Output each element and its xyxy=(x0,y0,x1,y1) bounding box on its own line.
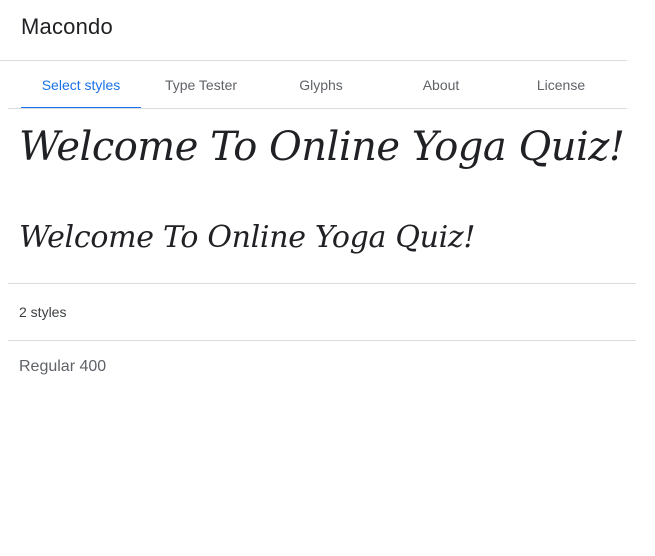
tab-type-tester[interactable]: Type Tester xyxy=(141,61,261,108)
sample-text-medium: Welcome To Online Yoga Quiz! xyxy=(19,220,476,255)
tab-about[interactable]: About xyxy=(381,61,501,108)
tab-glyphs[interactable]: Glyphs xyxy=(261,61,381,108)
style-row-regular-400[interactable]: Regular 400 xyxy=(19,358,106,376)
styles-count-divider xyxy=(8,340,636,341)
tab-bar: Select styles Type Tester Glyphs About L… xyxy=(21,61,621,109)
font-family-title: Macondo xyxy=(21,14,113,39)
tab-select-styles[interactable]: Select styles xyxy=(21,61,141,109)
tab-license[interactable]: License xyxy=(501,61,621,108)
sample-text-large: Welcome To Online Yoga Quiz! xyxy=(19,124,625,170)
samples-divider xyxy=(8,283,636,284)
styles-count-label: 2 styles xyxy=(19,304,67,320)
tabs-divider xyxy=(8,108,627,109)
